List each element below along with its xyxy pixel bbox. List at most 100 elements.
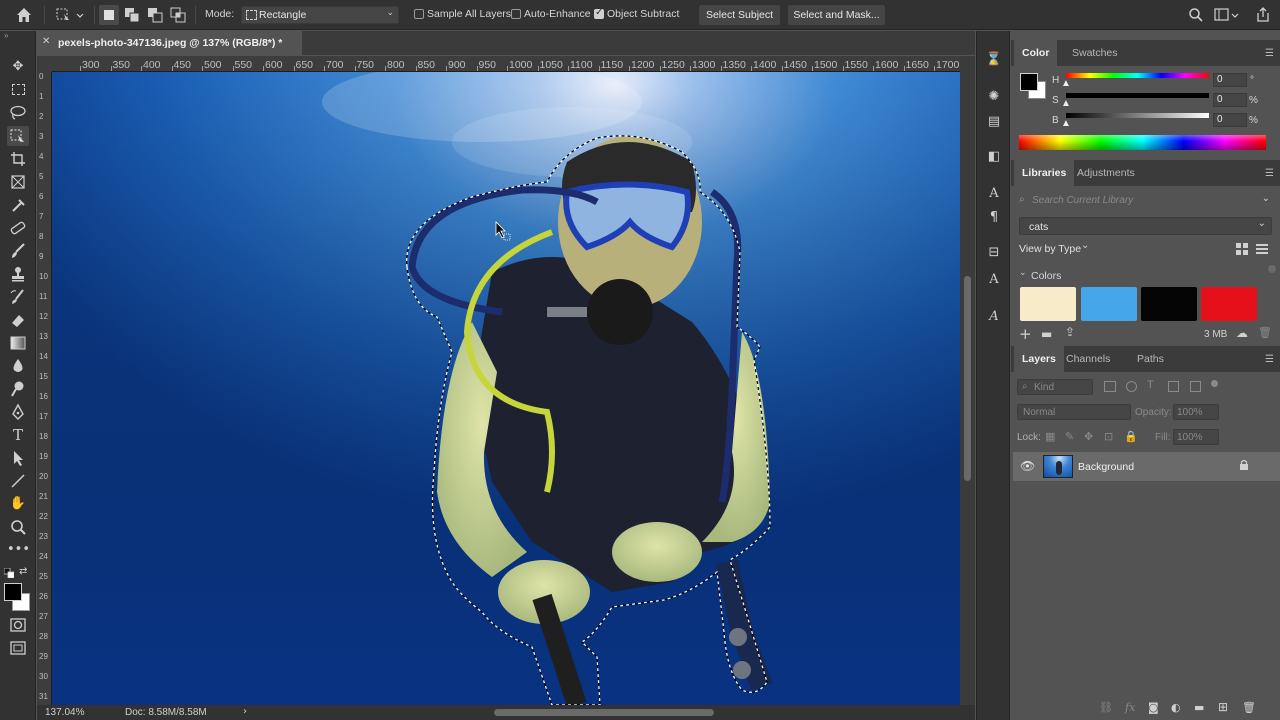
chevron-down-icon[interactable]: ⌄: [1262, 193, 1270, 204]
pen-tool-icon[interactable]: [7, 402, 29, 422]
subtract-from-selection-icon[interactable]: [145, 5, 165, 25]
saturation-slider[interactable]: [1066, 93, 1209, 98]
collapse-colors-icon[interactable]: ⌄: [1019, 268, 1027, 278]
scrollbar-thumb[interactable]: [964, 276, 971, 481]
filter-pixel-icon[interactable]: [1104, 381, 1116, 392]
frame-tool-icon[interactable]: [7, 172, 29, 192]
history-panel-icon[interactable]: ⌛: [984, 51, 1004, 69]
status-menu-icon[interactable]: ›: [243, 706, 247, 717]
brush-settings-icon[interactable]: ✺: [984, 88, 1004, 106]
blur-tool-icon[interactable]: [7, 356, 29, 376]
add-to-selection-icon[interactable]: [122, 5, 142, 25]
layer-name[interactable]: Background: [1078, 461, 1134, 473]
add-mask-icon[interactable]: ◙: [1148, 701, 1159, 714]
library-color-swatch[interactable]: [1201, 287, 1257, 321]
filter-toggle-icon[interactable]: [1211, 380, 1218, 387]
upload-icon[interactable]: ⇪: [1065, 325, 1075, 339]
type-tool-icon[interactable]: T: [7, 425, 29, 445]
list-view-icon[interactable]: [1256, 243, 1268, 255]
sample-all-layers-checkbox[interactable]: [414, 9, 424, 19]
new-selection-icon[interactable]: [99, 5, 119, 25]
vertical-ruler[interactable]: 0 1 2 3 4 5 6 7 8 9 10 11 12 13 14 15 16 17 18 19 20 21 22 23 24…: [37, 72, 52, 705]
filter-shape-icon[interactable]: [1168, 381, 1179, 392]
panel-menu-icon[interactable]: ☰: [1265, 354, 1274, 365]
close-tab-icon[interactable]: ✕: [42, 36, 50, 47]
link-layers-icon[interactable]: ⛓: [1099, 701, 1113, 714]
home-icon[interactable]: [14, 6, 34, 24]
zoom-level[interactable]: 137.04%: [45, 707, 84, 718]
slider-thumb[interactable]: ▲: [1061, 118, 1071, 129]
h-value[interactable]: 0: [1213, 73, 1247, 87]
view-by-type-dropdown[interactable]: View by Type: [1019, 243, 1081, 255]
layer-filter-select[interactable]: ⌕ Kind: [1017, 379, 1093, 395]
gradient-tool-icon[interactable]: [7, 333, 29, 353]
document-tab[interactable]: ✕ pexels-photo-347136.jpeg @ 137% (RGB/8…: [37, 31, 302, 55]
move-tool-icon[interactable]: ✥: [7, 57, 29, 77]
colors-group-header[interactable]: Colors: [1031, 270, 1061, 282]
lock-all-icon[interactable]: 🔒: [1124, 430, 1138, 443]
character-panel-icon[interactable]: A: [984, 185, 1004, 203]
tab-color[interactable]: Color: [1014, 40, 1058, 66]
library-search-input[interactable]: ⌕ Search Current Library ⌄: [1019, 193, 1274, 209]
brush-tool-icon[interactable]: [7, 241, 29, 261]
fill-input[interactable]: 100%: [1173, 429, 1219, 445]
lock-image-icon[interactable]: ✎: [1065, 430, 1074, 443]
slider-thumb[interactable]: ▲: [1061, 78, 1071, 89]
tab-paths[interactable]: Paths: [1129, 346, 1172, 372]
dodge-tool-icon[interactable]: [7, 379, 29, 399]
tab-channels[interactable]: Channels: [1058, 346, 1118, 372]
lock-transparent-icon[interactable]: ▦: [1045, 430, 1055, 443]
library-color-swatch[interactable]: [1081, 287, 1137, 321]
character-styles-icon[interactable]: A: [984, 271, 1004, 289]
tab-libraries[interactable]: Libraries: [1014, 160, 1075, 186]
lasso-tool-icon[interactable]: [7, 103, 29, 123]
layer-row[interactable]: 👁 Background: [1013, 452, 1280, 481]
eraser-tool-icon[interactable]: [7, 310, 29, 330]
lock-position-icon[interactable]: ✥: [1084, 430, 1093, 443]
new-group-icon[interactable]: ▬: [1194, 701, 1204, 714]
filter-smart-object-icon[interactable]: [1190, 381, 1201, 392]
library-scrollbar[interactable]: [1268, 265, 1276, 273]
library-select[interactable]: cats ⌄: [1019, 217, 1272, 235]
brushes-panel-icon[interactable]: ▤: [984, 113, 1004, 131]
add-element-icon[interactable]: +: [1019, 325, 1032, 343]
grid-view-icon[interactable]: [1236, 243, 1248, 255]
blend-mode-select[interactable]: Normal: [1017, 404, 1131, 420]
lock-artboard-icon[interactable]: ⊡: [1104, 430, 1113, 443]
trash-icon[interactable]: 🗑: [1258, 326, 1272, 339]
paragraph-styles-icon[interactable]: A: [984, 308, 1004, 326]
clone-stamp-tool-icon[interactable]: [7, 264, 29, 284]
more-tools-icon[interactable]: •••: [7, 540, 30, 560]
share-icon[interactable]: [1255, 6, 1271, 24]
zoom-tool-icon[interactable]: [7, 517, 29, 537]
screen-mode-icon[interactable]: [7, 638, 29, 658]
image-canvas[interactable]: [52, 72, 960, 705]
swap-colors-icon[interactable]: ⇄: [19, 566, 27, 577]
fx-icon[interactable]: fx: [1125, 701, 1135, 714]
tab-adjustments[interactable]: Adjustments: [1069, 160, 1143, 186]
adjustment-layer-icon[interactable]: ◐: [1171, 701, 1181, 714]
healing-brush-tool-icon[interactable]: [7, 218, 29, 238]
tab-swatches[interactable]: Swatches: [1064, 40, 1126, 66]
history-brush-tool-icon[interactable]: [7, 287, 29, 307]
mode-select[interactable]: Rectangle ⌄: [241, 6, 399, 24]
folder-icon[interactable]: ▬: [1041, 327, 1052, 341]
tab-layers[interactable]: Layers: [1014, 346, 1064, 372]
object-selection-preset-icon[interactable]: [54, 6, 86, 24]
s-value[interactable]: 0: [1213, 93, 1247, 107]
intersect-selection-icon[interactable]: [168, 5, 188, 25]
search-icon[interactable]: [1188, 7, 1204, 23]
horizontal-scrollbar-thumb[interactable]: [494, 709, 714, 716]
auto-enhance-checkbox[interactable]: [511, 9, 521, 19]
lock-icon[interactable]: [1239, 459, 1249, 471]
foreground-color-swatch[interactable]: [4, 583, 22, 601]
filter-adjustment-icon[interactable]: [1126, 381, 1137, 392]
default-colors-icon[interactable]: [3, 567, 15, 579]
panel-menu-icon[interactable]: ☰: [1265, 168, 1274, 179]
filter-type-icon[interactable]: T: [1147, 379, 1154, 391]
line-tool-icon[interactable]: [7, 471, 29, 491]
select-and-mask-button[interactable]: Select and Mask...: [788, 5, 885, 25]
cloud-icon[interactable]: ☁: [1236, 326, 1248, 340]
delete-layer-icon[interactable]: 🗑: [1242, 701, 1256, 714]
slider-thumb[interactable]: ▲: [1061, 98, 1071, 109]
